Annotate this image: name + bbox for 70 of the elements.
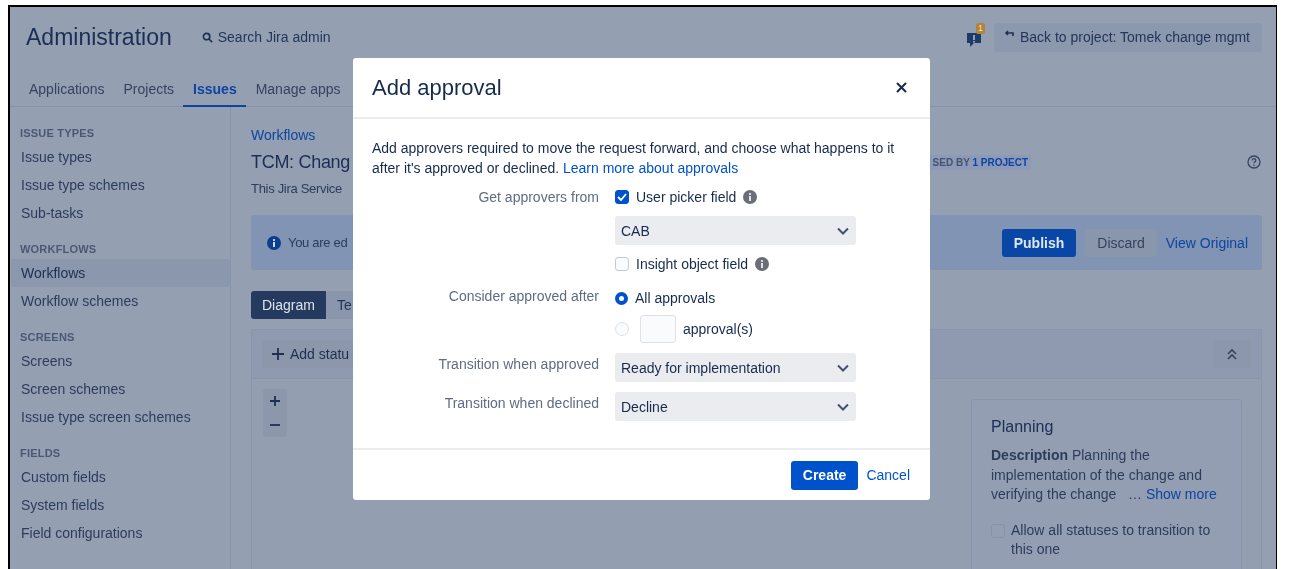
checkbox-label: Allow all statuses to transition to this one — [1011, 520, 1212, 559]
nav-tab[interactable]: Issues — [183, 81, 246, 107]
workflow-title: TCM: Chang — [251, 151, 351, 173]
count-input[interactable] — [640, 315, 676, 343]
checkbox[interactable] — [615, 190, 629, 204]
sidebar-item[interactable]: Workflows — [11, 259, 230, 287]
banner-button[interactable]: Publish — [1001, 228, 1077, 257]
field-label: Transition when declined — [443, 394, 599, 413]
status-title: Planning — [991, 418, 1055, 436]
plus-icon — [272, 348, 284, 360]
info-icon — [743, 190, 758, 204]
sidebar-item[interactable]: Issue type screen schemes — [11, 403, 230, 431]
nav-tab[interactable]: Projects — [113, 81, 184, 107]
back-to-project-button[interactable]: Back to project: Tomek change mgmt — [993, 22, 1262, 52]
radio-button[interactable] — [615, 291, 628, 305]
sidebar-heading: SCREENS — [19, 331, 76, 343]
banner-text: You are ed — [288, 235, 348, 250]
select-field[interactable]: CAB — [615, 216, 856, 245]
dialog-intro: Add approvers required to move the request forward, and choose what happens to it after it's approved or declined. Learn more about approvals — [372, 139, 896, 178]
select-field[interactable]: Decline — [615, 392, 856, 421]
help-icon[interactable] — [1247, 155, 1261, 169]
show-more-link[interactable]: Show more — [1145, 486, 1217, 502]
checkbox-label: User picker field — [636, 188, 737, 207]
zoom-in-icon[interactable] — [270, 396, 280, 406]
sidebar-item[interactable]: Screen schemes — [11, 375, 230, 403]
nav-tab[interactable]: Applications — [19, 81, 114, 107]
banner-button[interactable]: Discard — [1085, 228, 1157, 257]
chevron-down-icon — [837, 363, 849, 372]
sidebar-item[interactable]: Screens — [11, 347, 230, 375]
select-field[interactable]: Ready for implementation — [615, 353, 856, 382]
sidebar-item[interactable]: System fields — [11, 491, 230, 519]
info-icon — [267, 235, 281, 250]
sidebar-item[interactable]: Custom fields — [11, 463, 230, 491]
sidebar-item[interactable]: Issue types — [11, 143, 230, 171]
close-icon[interactable] — [896, 82, 907, 93]
field-label: Consider approved after — [447, 287, 599, 306]
field-label: Get approvers from — [477, 188, 599, 207]
sidebar-item[interactable]: Sub-tasks — [11, 199, 230, 227]
sidebar-heading: WORKFLOWS — [19, 243, 98, 255]
feedback-icon[interactable] — [965, 31, 982, 47]
back-arrow-icon — [1003, 30, 1014, 38]
page-title: Administration — [26, 23, 172, 51]
field-label: Transition when approved — [437, 355, 599, 374]
sidebar-item[interactable]: Issue type schemes — [11, 171, 230, 199]
usage-badge: SED BY 1 PROJECT — [929, 154, 1031, 170]
sidebar-item[interactable]: Field configurations — [11, 519, 230, 547]
info-icon — [755, 257, 770, 271]
banner-button[interactable]: View Original — [1165, 228, 1248, 257]
status-description: Description Planning the implementation of the change and verifying the change … Show more — [991, 446, 1218, 504]
double-chevron-up-icon — [1227, 348, 1237, 360]
radio-label: All approvals — [635, 289, 716, 308]
workflow-description: This Jira Service — [251, 181, 342, 198]
checkbox-label: Insight object field — [636, 255, 749, 274]
dialog-button[interactable]: Cancel — [864, 460, 912, 490]
dialog-button[interactable]: Create — [790, 460, 859, 490]
chevron-down-icon — [837, 226, 849, 235]
chevron-down-icon — [837, 402, 849, 411]
search-link[interactable]: Search Jira admin — [201, 29, 331, 45]
radio-label: approval(s) — [683, 320, 754, 339]
search-icon — [201, 31, 213, 43]
notification-badge: 1 — [975, 22, 985, 34]
learn-more-link[interactable]: Learn more about approvals — [563, 160, 739, 176]
collapse-button[interactable] — [1213, 340, 1251, 368]
sidebar-heading: ISSUE TYPES — [19, 127, 96, 139]
view-tab[interactable]: Diagram — [251, 291, 326, 319]
sidebar-item[interactable]: Workflow schemes — [11, 287, 230, 315]
nav-tab[interactable]: Manage apps — [245, 81, 350, 107]
sidebar-heading: FIELDS — [19, 447, 62, 459]
dialog-title: Add approval — [372, 74, 502, 101]
zoom-controls[interactable] — [263, 389, 287, 437]
